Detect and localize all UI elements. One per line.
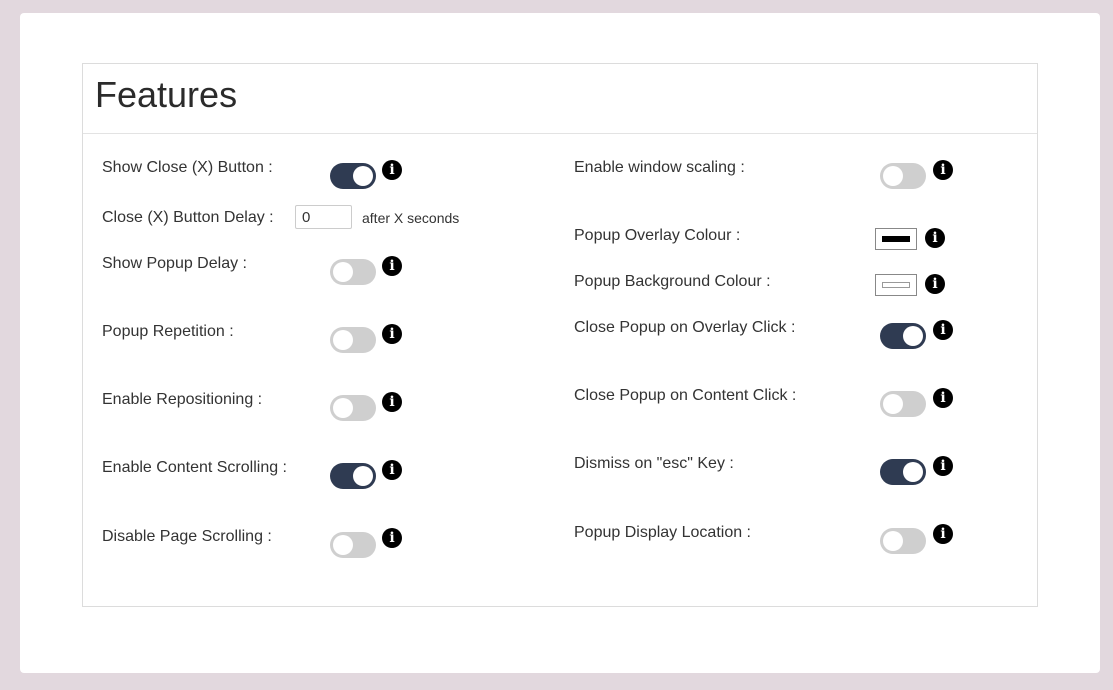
info-icon[interactable]: i — [382, 392, 402, 412]
close-on-overlay-click-label: Close Popup on Overlay Click : — [574, 319, 796, 336]
show-popup-delay-label: Show Popup Delay : — [102, 255, 247, 272]
info-icon[interactable]: i — [933, 160, 953, 180]
overlay-colour-swatch[interactable] — [875, 228, 917, 250]
toggle-knob — [353, 466, 373, 486]
info-icon[interactable]: i — [933, 524, 953, 544]
dismiss-on-esc-toggle[interactable] — [880, 459, 926, 485]
toggle-knob — [883, 166, 903, 186]
info-icon[interactable]: i — [382, 528, 402, 548]
info-icon[interactable]: i — [933, 388, 953, 408]
toggle-knob — [903, 462, 923, 482]
toggle-knob — [333, 535, 353, 555]
panel-title: Features — [95, 74, 238, 115]
info-icon[interactable]: i — [382, 160, 402, 180]
toggle-knob — [333, 262, 353, 282]
popup-background-colour-label: Popup Background Colour : — [574, 273, 771, 290]
settings-card: Features Show Close (X) Button : i Close… — [20, 13, 1100, 673]
dismiss-on-esc-label: Dismiss on "esc" Key : — [574, 455, 734, 472]
close-button-delay-suffix: after X seconds — [362, 210, 460, 226]
close-button-delay-label: Close (X) Button Delay : — [102, 209, 274, 226]
info-icon[interactable]: i — [933, 456, 953, 476]
info-icon[interactable]: i — [925, 228, 945, 248]
toggle-knob — [333, 398, 353, 418]
enable-window-scaling-label: Enable window scaling : — [574, 159, 745, 176]
close-on-overlay-click-toggle[interactable] — [880, 323, 926, 349]
panel-header: Features — [83, 64, 1037, 134]
features-panel: Features Show Close (X) Button : i Close… — [82, 63, 1038, 607]
close-on-content-click-label: Close Popup on Content Click : — [574, 387, 797, 404]
swatch-fill — [882, 282, 910, 288]
popup-repetition-toggle[interactable] — [330, 327, 376, 353]
popup-display-location-toggle[interactable] — [880, 528, 926, 554]
popup-overlay-colour-label: Popup Overlay Colour : — [574, 227, 741, 244]
swatch-fill — [882, 236, 910, 242]
toggle-knob — [333, 330, 353, 350]
show-close-button-label: Show Close (X) Button : — [102, 159, 273, 176]
popup-display-location-label: Popup Display Location : — [574, 524, 751, 541]
enable-window-scaling-toggle[interactable] — [880, 163, 926, 189]
toggle-knob — [883, 531, 903, 551]
popup-repetition-label: Popup Repetition : — [102, 323, 234, 340]
background-colour-swatch[interactable] — [875, 274, 917, 296]
enable-content-scrolling-toggle[interactable] — [330, 463, 376, 489]
toggle-knob — [903, 326, 923, 346]
enable-repositioning-label: Enable Repositioning : — [102, 391, 263, 408]
enable-repositioning-toggle[interactable] — [330, 395, 376, 421]
info-icon[interactable]: i — [925, 274, 945, 294]
enable-content-scrolling-label: Enable Content Scrolling : — [102, 459, 287, 476]
show-close-button-toggle[interactable] — [330, 163, 376, 189]
disable-page-scrolling-toggle[interactable] — [330, 532, 376, 558]
info-icon[interactable]: i — [382, 324, 402, 344]
toggle-knob — [353, 166, 373, 186]
info-icon[interactable]: i — [382, 256, 402, 276]
info-icon[interactable]: i — [382, 460, 402, 480]
info-icon[interactable]: i — [933, 320, 953, 340]
close-on-content-click-toggle[interactable] — [880, 391, 926, 417]
show-popup-delay-toggle[interactable] — [330, 259, 376, 285]
close-button-delay-input[interactable] — [295, 205, 352, 229]
disable-page-scrolling-label: Disable Page Scrolling : — [102, 528, 272, 545]
toggle-knob — [883, 394, 903, 414]
